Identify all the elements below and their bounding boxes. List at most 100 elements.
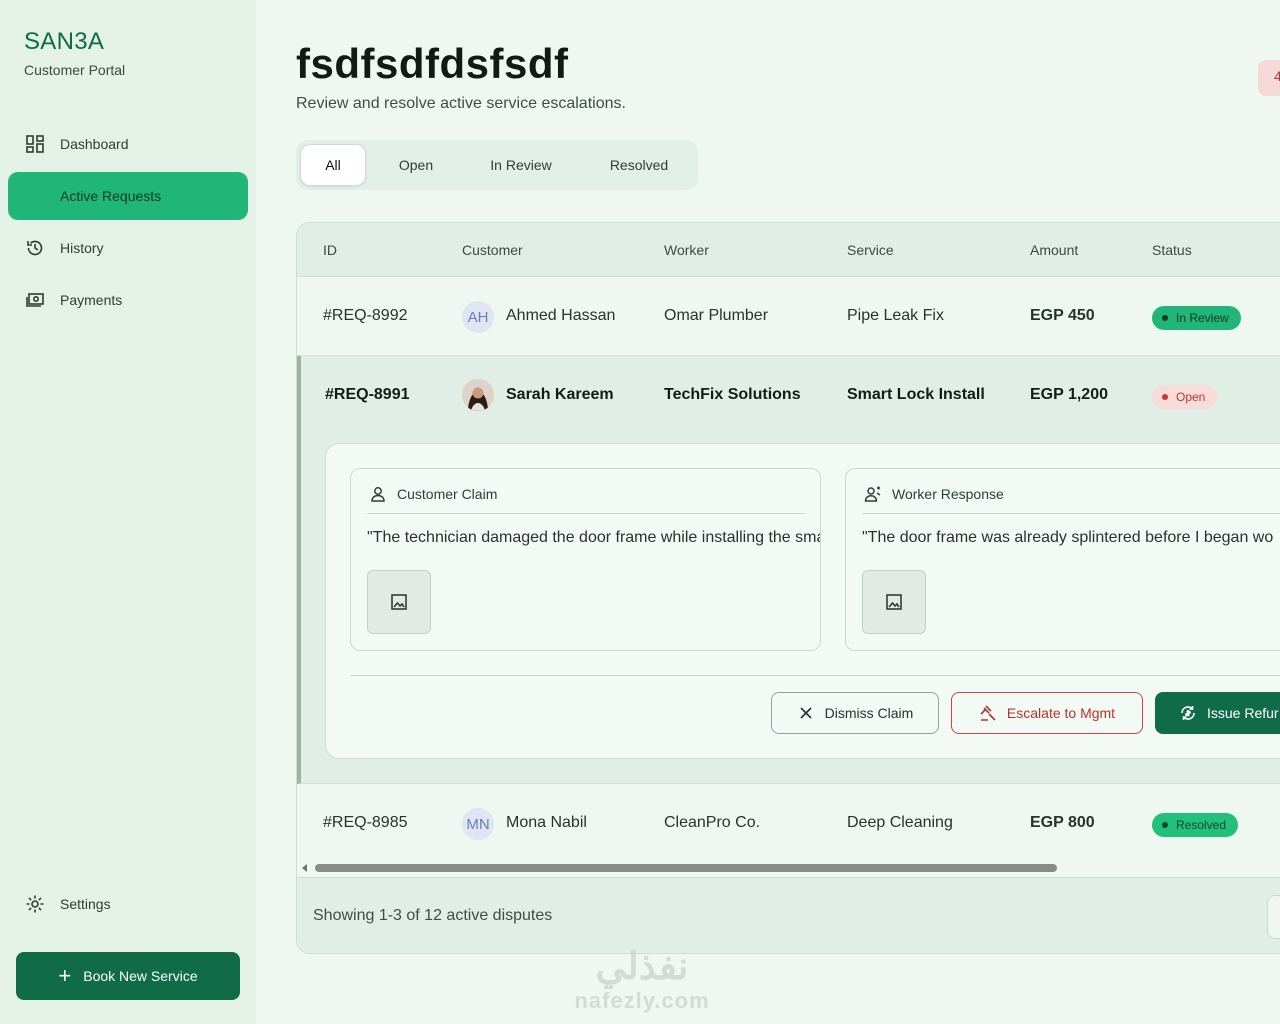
status-dot — [1162, 822, 1168, 828]
watermark-latin: nafezly.com — [574, 988, 710, 1013]
plus-icon: + — [58, 963, 72, 988]
customer-claim-header: Customer Claim — [369, 485, 497, 503]
status-label: Open — [1176, 390, 1206, 404]
divider — [862, 513, 1280, 514]
image-icon — [391, 594, 407, 610]
tab-resolved[interactable]: Resolved — [596, 144, 682, 186]
column-header-id[interactable]: ID — [323, 242, 337, 258]
sidebar-item-settings[interactable]: Settings — [8, 880, 248, 928]
status-label: Resolved — [1176, 818, 1227, 832]
close-icon — [800, 707, 812, 719]
column-header-customer[interactable]: Customer — [462, 242, 523, 258]
dismiss-label: Dismiss Claim — [824, 705, 914, 721]
gear-icon — [24, 893, 46, 915]
sidebar-item-active-requests[interactable]: Active Requests — [8, 172, 248, 220]
avatar: MN — [462, 808, 494, 840]
dashboard-icon — [24, 133, 46, 155]
divider — [350, 675, 1280, 676]
sidebar-item-label: Dashboard — [60, 136, 129, 152]
page-title: fsdfsdfdsfsdf — [296, 40, 569, 87]
customer-name: Ahmed Hassan — [506, 307, 616, 324]
page-subtitle: Review and resolve active service escala… — [296, 95, 626, 112]
tab-open[interactable]: Open — [382, 144, 450, 186]
scroll-left-icon[interactable] — [302, 864, 307, 872]
column-header-service[interactable]: Service — [847, 242, 894, 258]
gavel-icon — [980, 705, 996, 721]
refund-icon — [1181, 706, 1195, 720]
worker-response-card: Worker Response "The door frame was alre… — [845, 468, 1280, 651]
divider — [367, 513, 805, 514]
amount: EGP 450 — [1030, 307, 1095, 324]
status-dot — [1162, 394, 1168, 400]
sidebar-item-history[interactable]: History — [8, 224, 248, 272]
status-badge: In Review — [1152, 306, 1241, 330]
payments-icon — [24, 289, 46, 311]
claim-evidence-thumbnail[interactable] — [367, 570, 431, 634]
sidebar: SAN3A Customer Portal Dashboard Active R… — [0, 0, 256, 1024]
table-row-expanded[interactable]: #REQ-8991 Sarah Kareem TechFix Solutions… — [297, 356, 1280, 784]
request-id: #REQ-8991 — [325, 386, 410, 403]
request-id: #REQ-8985 — [323, 814, 408, 831]
dismiss-claim-button[interactable]: Dismiss Claim — [771, 692, 939, 734]
status-dot — [1162, 315, 1168, 321]
customer-name: Sarah Kareem — [506, 386, 614, 403]
worker-response-header: Worker Response — [864, 485, 1004, 503]
worker-name: TechFix Solutions — [664, 386, 801, 403]
scrollbar-thumb[interactable] — [315, 864, 1057, 872]
notification-badge[interactable]: 4 — [1258, 60, 1280, 96]
column-header-amount[interactable]: Amount — [1030, 242, 1078, 258]
avatar: AH — [462, 301, 494, 333]
issue-refund-button[interactable]: Issue Refur — [1155, 692, 1280, 734]
active-requests-spacer — [24, 185, 46, 207]
history-icon — [24, 237, 46, 259]
sidebar-item-label: Settings — [60, 896, 111, 912]
sidebar-item-dashboard[interactable]: Dashboard — [8, 120, 248, 168]
escalate-button[interactable]: Escalate to Mgmt — [951, 692, 1143, 734]
column-header-status[interactable]: Status — [1152, 242, 1192, 258]
service-name: Deep Cleaning — [847, 814, 953, 831]
escalate-label: Escalate to Mgmt — [1006, 705, 1116, 721]
watermark-arabic: نفذلي — [595, 946, 689, 988]
service-name: Smart Lock Install — [847, 386, 985, 403]
sidebar-item-label: Active Requests — [60, 188, 162, 204]
sidebar-item-payments[interactable]: Payments — [8, 276, 248, 324]
pagination-summary: Showing 1-3 of 12 active disputes — [313, 907, 553, 924]
customer-claim-card: Customer Claim "The technician damaged t… — [350, 468, 821, 651]
table-header: ID Customer Worker Service Amount Status — [297, 223, 1280, 277]
image-icon — [886, 594, 902, 610]
user-icon — [371, 487, 385, 502]
amount: EGP 1,200 — [1030, 386, 1108, 403]
brand-subtitle: Customer Portal — [24, 62, 126, 78]
pagination-control[interactable] — [1267, 895, 1280, 939]
customer-claim-title: Customer Claim — [397, 486, 498, 502]
customer-claim-text: "The technician damaged the door frame w… — [367, 529, 821, 546]
book-new-service-button[interactable]: + Book New Service — [16, 952, 240, 1000]
tab-all[interactable]: All — [300, 144, 366, 186]
watermark: نفذلي nafezly.com — [562, 946, 722, 1014]
worker-name: CleanPro Co. — [664, 814, 761, 831]
sidebar-item-label: Payments — [60, 292, 123, 308]
brand-logo[interactable]: SAN3A — [24, 28, 104, 56]
tab-in-review[interactable]: In Review — [476, 144, 566, 186]
table-row[interactable]: #REQ-8992 AH Ahmed Hassan Omar Plumber P… — [297, 277, 1280, 356]
refund-label: Issue Refur — [1207, 705, 1279, 721]
status-badge: Open — [1152, 385, 1218, 409]
status-badge: Resolved — [1152, 813, 1239, 837]
disputes-table: ID Customer Worker Service Amount Status… — [296, 222, 1280, 954]
table-footer: Showing 1-3 of 12 active disputes — [297, 877, 1280, 953]
customer-name: Mona Nabil — [506, 814, 587, 831]
status-filter-tabs: All Open In Review Resolved — [296, 140, 698, 190]
request-id: #REQ-8992 — [323, 307, 408, 324]
worker-response-text: "The door frame was already splintered b… — [862, 529, 1274, 546]
column-header-worker[interactable]: Worker — [664, 242, 709, 258]
worker-icon — [864, 486, 881, 502]
dispute-detail-panel: Customer Claim "The technician damaged t… — [325, 443, 1280, 759]
table-row[interactable]: #REQ-8985 MN Mona Nabil CleanPro Co. Dee… — [297, 784, 1280, 864]
amount: EGP 800 — [1030, 814, 1095, 831]
service-name: Pipe Leak Fix — [847, 307, 944, 324]
response-evidence-thumbnail[interactable] — [862, 570, 926, 634]
horizontal-scrollbar[interactable] — [297, 861, 1280, 875]
worker-response-title: Worker Response — [892, 486, 1004, 502]
worker-name: Omar Plumber — [664, 307, 769, 324]
status-label: In Review — [1176, 311, 1229, 325]
